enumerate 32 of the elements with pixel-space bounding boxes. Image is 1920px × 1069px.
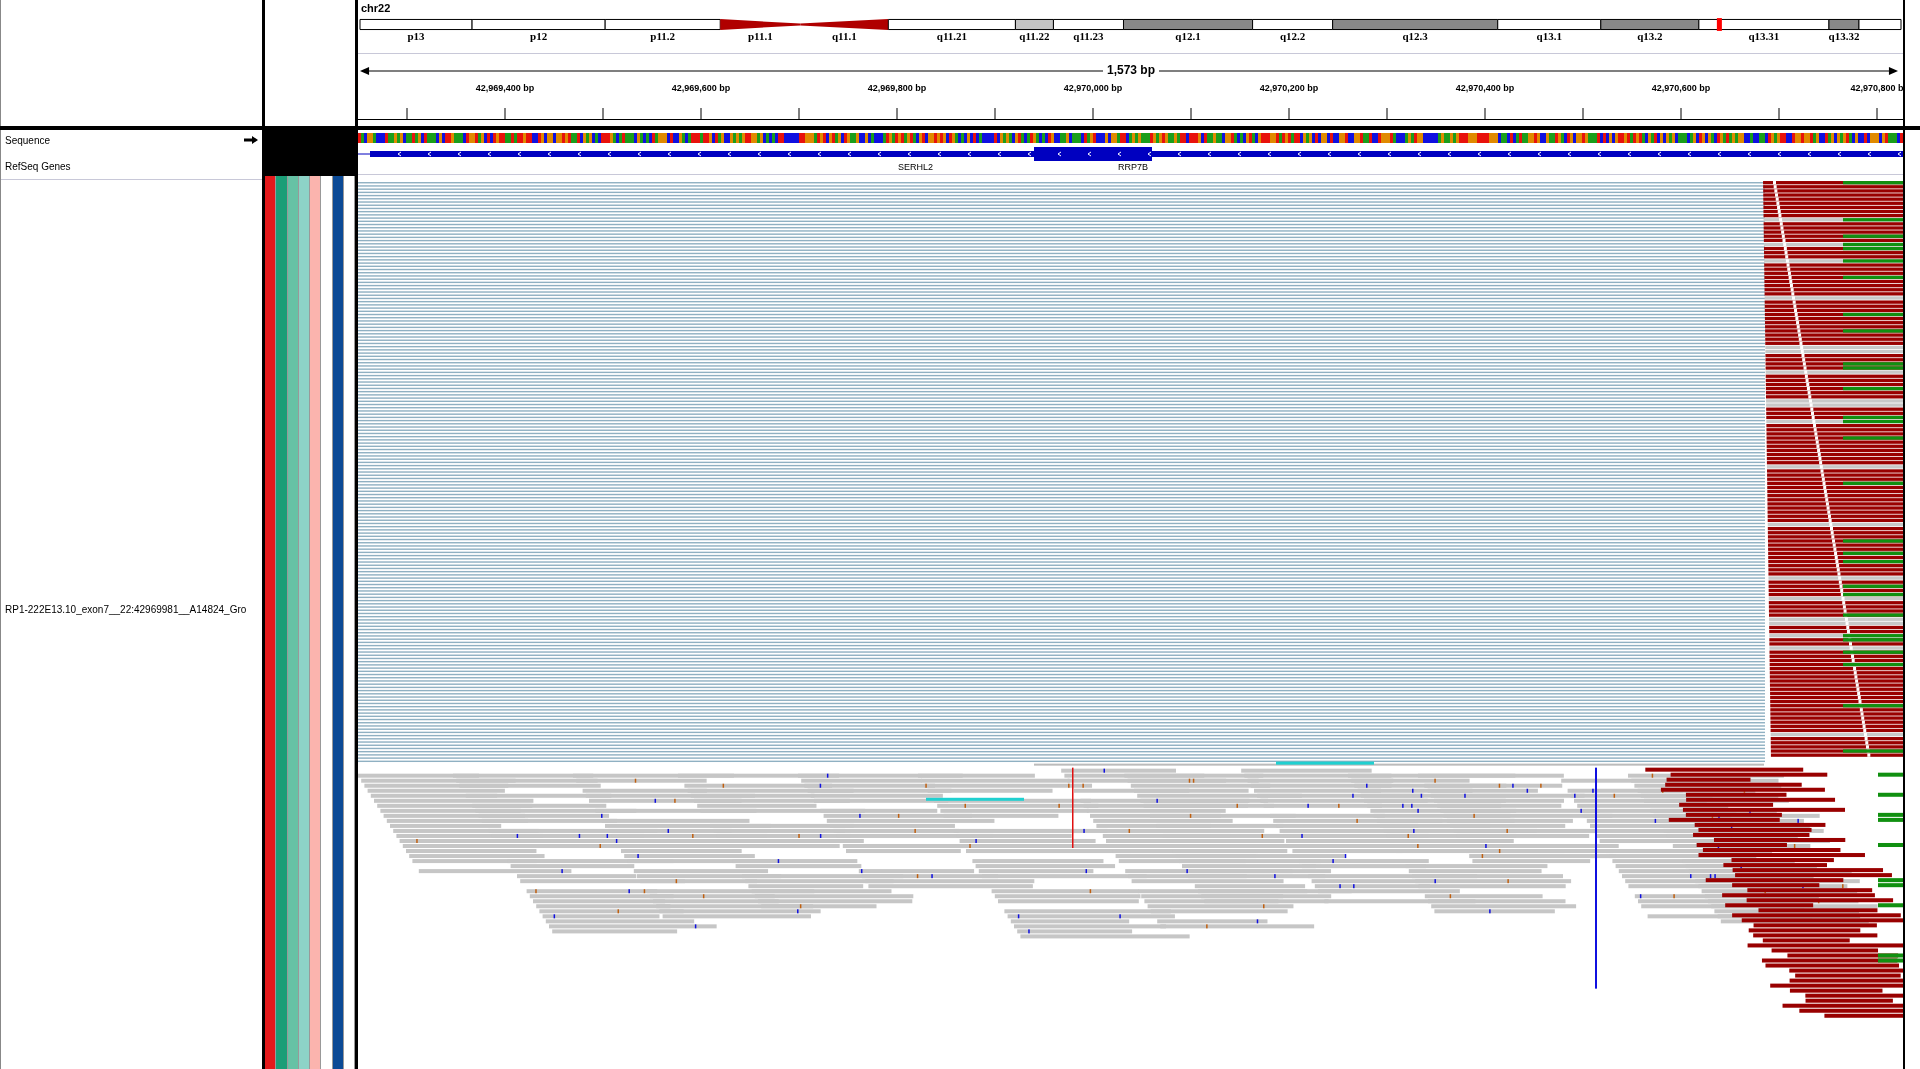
- ruler-tick-label: 42,970,000 bp: [1063, 83, 1123, 93]
- cytoband-label: q11.21: [936, 30, 968, 42]
- span-arrow-icon: [360, 66, 1898, 76]
- ruler-tick-label: 42,969,800 bp: [867, 83, 927, 93]
- cytoband-label: q11.22: [1019, 30, 1050, 42]
- ruler-tick-label: 42,969,600 bp: [671, 83, 731, 93]
- cytoband-label: q12.2: [1279, 30, 1306, 42]
- arrow-right-icon[interactable]: [244, 136, 258, 144]
- track-name[interactable]: Sequence: [5, 134, 51, 146]
- cytoband-label: q12.1: [1175, 30, 1201, 42]
- cytoband-label: p13: [407, 30, 425, 42]
- cytoband-label: q11.23: [1073, 30, 1104, 42]
- ruler-tick-label: 42,970,600 bp: [1651, 83, 1711, 93]
- track-name[interactable]: RP1-222E13.10_exon7__22:42969981__A14824_Gro: [5, 604, 247, 615]
- gene-label: RRP7B: [1118, 162, 1148, 172]
- span-label: 1,573 bp: [1103, 63, 1160, 77]
- cytoband-label: p11.1: [747, 30, 773, 42]
- cytoband-label: q13.32: [1828, 30, 1860, 42]
- chromosome-name: chr22: [360, 1, 392, 16]
- cytoband-label: p12: [530, 30, 548, 42]
- ruler-tick-label: 42,970,400 bp: [1455, 83, 1515, 93]
- ruler-tick-label: 42,970,800 b: [1850, 83, 1904, 93]
- cytoband-label: p11.2: [650, 30, 676, 42]
- gene-label: SERHL2: [898, 162, 933, 172]
- cytoband-label: q13.2: [1637, 30, 1663, 42]
- cytoband-label: q13.31: [1748, 30, 1780, 42]
- ruler-tick-label: 42,969,400 bp: [475, 83, 535, 93]
- cytoband-label: q11.1: [831, 30, 857, 42]
- track-name[interactable]: RefSeq Genes: [5, 160, 71, 172]
- cytoband-label: q13.1: [1536, 30, 1562, 42]
- ruler-tick-label: 42,970,200 bp: [1259, 83, 1319, 93]
- cytoband-label: q12.3: [1402, 30, 1428, 42]
